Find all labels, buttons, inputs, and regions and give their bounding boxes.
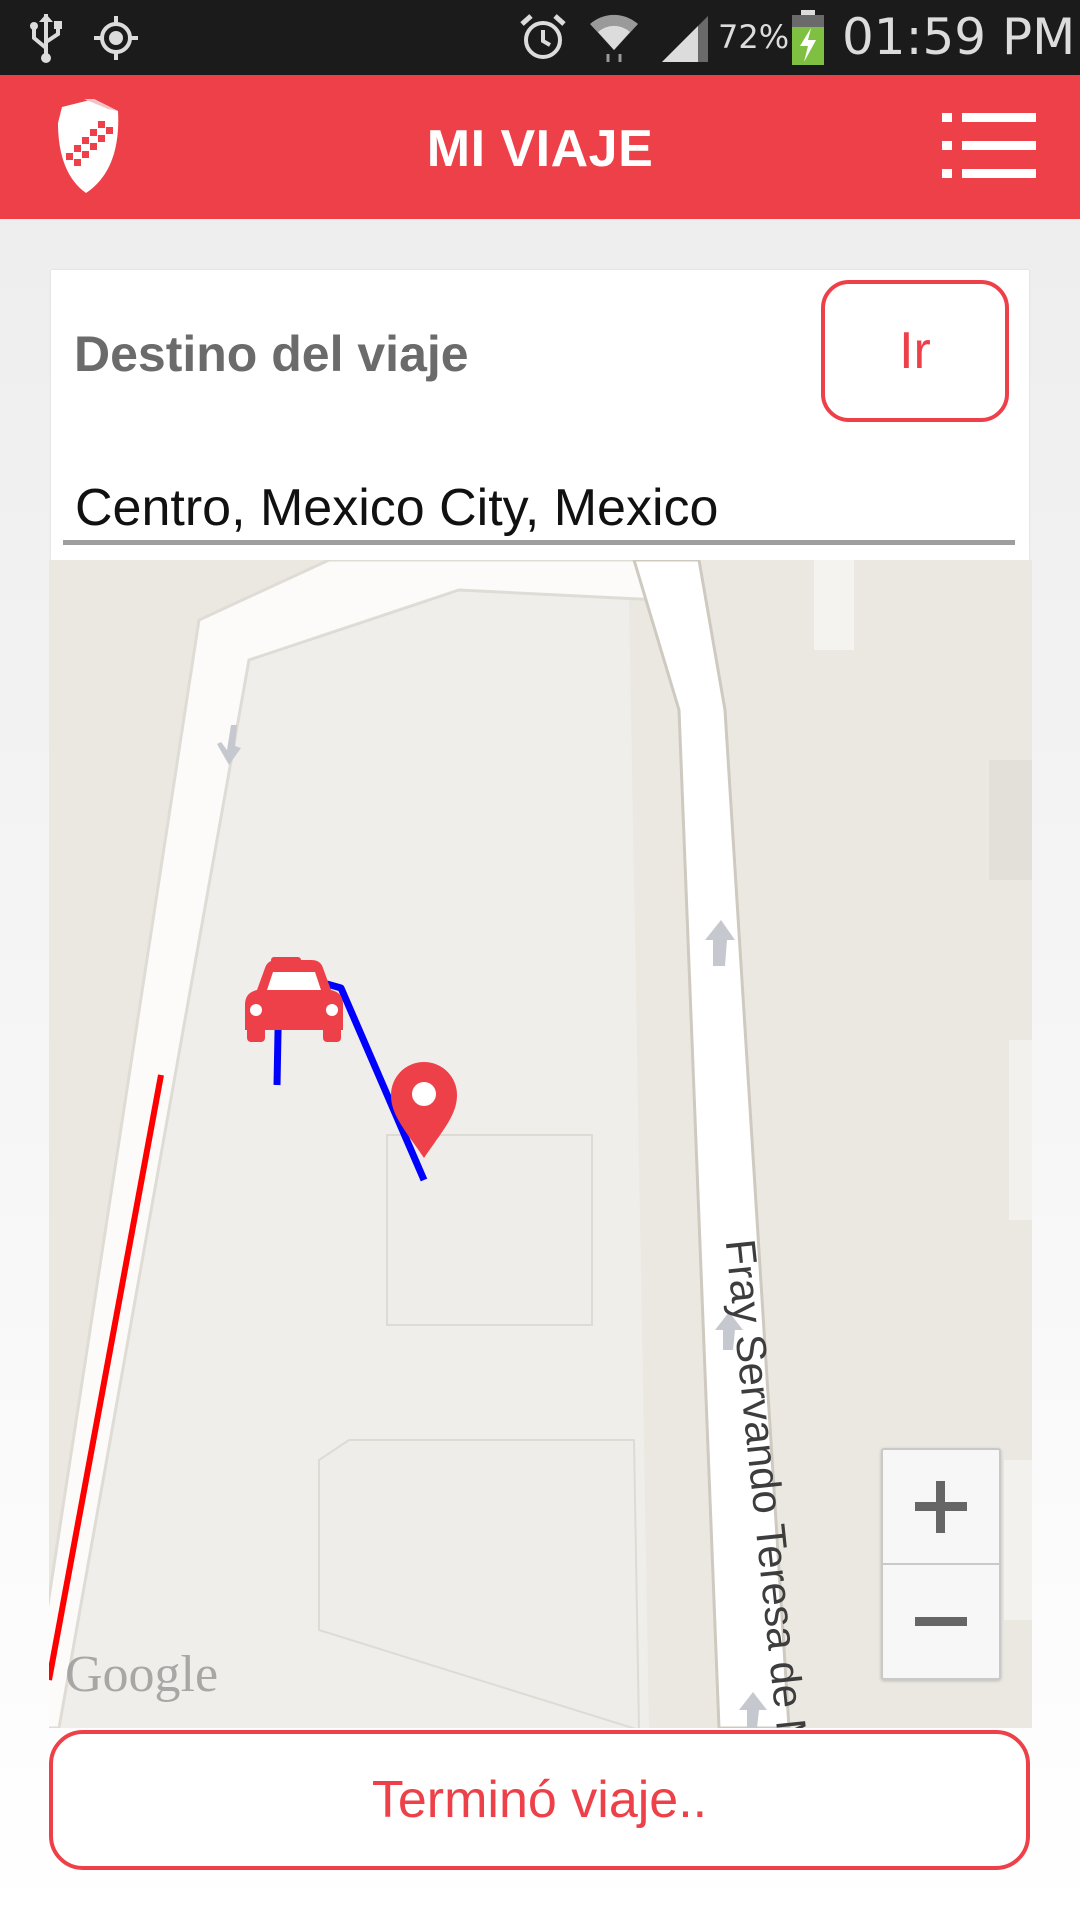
google-attribution: Google bbox=[65, 1646, 219, 1703]
signal-icon bbox=[660, 14, 710, 69]
plus-icon bbox=[915, 1481, 967, 1533]
app-bar: MI VIAJE bbox=[0, 75, 1080, 219]
menu-list-icon[interactable] bbox=[936, 111, 1040, 186]
wifi-icon bbox=[586, 10, 642, 69]
go-button[interactable]: Ir bbox=[821, 280, 1009, 422]
destination-input[interactable] bbox=[63, 475, 1015, 545]
page-title: MI VIAJE bbox=[426, 120, 654, 178]
zoom-in-button[interactable] bbox=[883, 1450, 999, 1565]
battery-charging-icon bbox=[790, 10, 826, 71]
zoom-controls bbox=[881, 1448, 1001, 1680]
clock: 01:59 PM bbox=[842, 8, 1076, 66]
destination-card: Destino del viaje Ir bbox=[51, 270, 1029, 560]
end-trip-button[interactable]: Terminó viaje.. bbox=[49, 1730, 1030, 1870]
usb-icon bbox=[26, 12, 66, 69]
gps-icon bbox=[92, 14, 140, 67]
zoom-out-button[interactable] bbox=[883, 1565, 999, 1678]
destination-label: Destino del viaje bbox=[74, 326, 469, 382]
battery-percent: 72% bbox=[718, 18, 790, 56]
minus-icon bbox=[915, 1617, 967, 1626]
map-view[interactable]: Fray Servando Teresa de Mier Google bbox=[49, 560, 1032, 1728]
alarm-icon bbox=[518, 12, 568, 67]
status-bar: 72% 01:59 PM bbox=[0, 0, 1080, 75]
